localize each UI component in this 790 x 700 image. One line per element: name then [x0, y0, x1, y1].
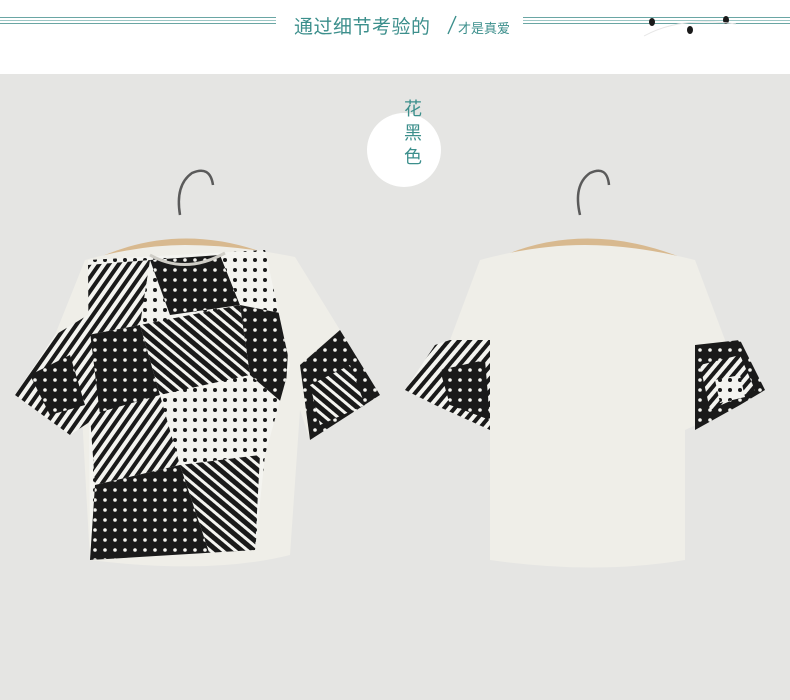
color-name-label: 花黑色 [404, 99, 422, 168]
header-title: 通过细节考验的 [294, 16, 431, 38]
page-header: 通过细节考验的 才是真爱 [0, 0, 790, 74]
shirt-front-photo [15, 169, 380, 567]
music-notes-icon [643, 16, 737, 37]
slash-icon [447, 15, 457, 35]
left-divider [0, 17, 276, 24]
shirt-back-photo [405, 169, 765, 568]
header-subtitle: 才是真爱 [458, 22, 511, 37]
